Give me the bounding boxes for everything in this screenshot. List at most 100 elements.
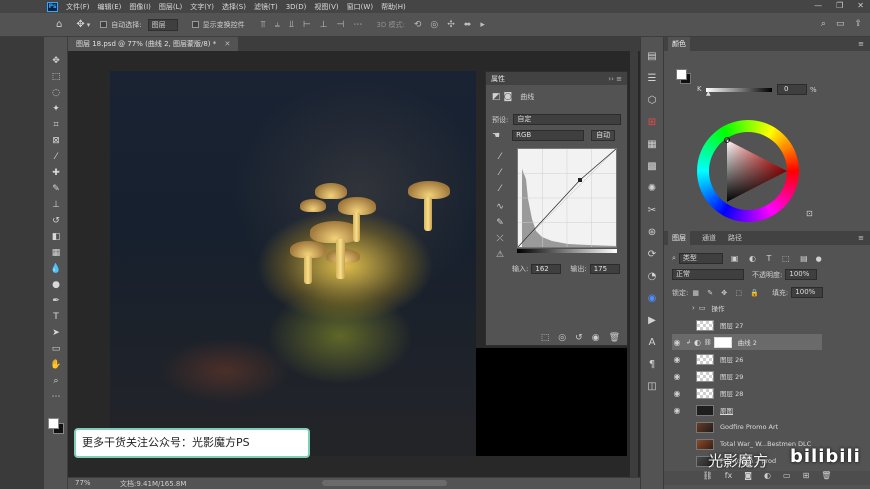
fill-field[interactable]: 100% bbox=[791, 287, 824, 298]
tab-layers[interactable]: 图层 bbox=[668, 231, 690, 245]
gradients-icon[interactable]: ▩ bbox=[641, 155, 663, 177]
layers-menu-icon[interactable]: ≡ bbox=[858, 234, 864, 242]
adjustments-icon[interactable]: ☰ bbox=[641, 67, 663, 89]
pencil-icon[interactable]: ✎ bbox=[494, 218, 506, 230]
curves-graph[interactable] bbox=[517, 148, 617, 248]
zoom-level[interactable]: 77% bbox=[75, 479, 91, 487]
color-triangle[interactable] bbox=[697, 120, 799, 222]
history-icon[interactable]: ▤ bbox=[641, 45, 663, 67]
align-left-icon[interactable]: ⊢ bbox=[303, 20, 311, 30]
menu-edit[interactable]: 编辑(E) bbox=[98, 2, 122, 12]
workspace-icon[interactable]: ▭ bbox=[836, 19, 845, 29]
layer-group-row[interactable]: › ▭ 操作 bbox=[672, 300, 822, 316]
tab-channels[interactable]: 通道 bbox=[702, 233, 716, 243]
visibility-eye-icon[interactable]: ◉ bbox=[672, 338, 682, 347]
target-adjust-icon[interactable]: ☚ bbox=[492, 131, 500, 141]
color-foreground-swatch[interactable] bbox=[676, 69, 687, 80]
dodge-icon[interactable]: ● bbox=[44, 277, 68, 293]
home-icon[interactable]: ⌂ bbox=[56, 19, 62, 30]
distribute-icon[interactable]: ⋯ bbox=[353, 20, 362, 30]
filter-toggle-icon[interactable]: ● bbox=[816, 255, 822, 263]
mask-icon[interactable]: ◙ bbox=[504, 92, 513, 102]
panel-menu-icon[interactable]: ≡ bbox=[858, 40, 864, 48]
move-icon[interactable]: ✥ bbox=[44, 53, 68, 69]
k-slider-handle-icon[interactable]: ▲ bbox=[706, 90, 711, 97]
menu-layer[interactable]: 图层(L) bbox=[159, 2, 182, 12]
foreground-color-swatch[interactable] bbox=[48, 418, 59, 429]
close-window-button[interactable]: ✕ bbox=[857, 1, 864, 10]
layer-row[interactable]: 图层 27 bbox=[672, 317, 822, 333]
align-vcenter-icon[interactable]: ⫨ bbox=[275, 20, 280, 30]
k-value-field[interactable]: 0 bbox=[777, 84, 807, 95]
healing-brush-icon[interactable]: ✚ bbox=[44, 165, 68, 181]
expand-icon[interactable]: ⊡ bbox=[806, 209, 813, 218]
color-wheel[interactable] bbox=[697, 120, 799, 222]
visibility-eye-icon[interactable]: ◉ bbox=[672, 355, 682, 364]
opacity-field[interactable]: 100% bbox=[785, 269, 818, 280]
visibility-eye-icon[interactable]: ◉ bbox=[672, 406, 682, 415]
layer-row[interactable]: ◉ 原图 bbox=[672, 402, 822, 418]
add-mask-icon[interactable]: ◙ bbox=[744, 471, 752, 485]
chain-link-icon[interactable]: ⛓ bbox=[704, 339, 712, 346]
new-adjustment-icon[interactable]: ◐ bbox=[764, 471, 771, 485]
show-transform-checkbox[interactable] bbox=[191, 21, 199, 28]
menu-type[interactable]: 文字(Y) bbox=[190, 2, 214, 12]
menu-3d[interactable]: 3D(D) bbox=[286, 3, 307, 11]
chevron-right-icon[interactable]: › bbox=[692, 304, 695, 312]
vertical-scrollbar[interactable] bbox=[630, 51, 638, 477]
curve-control-point[interactable] bbox=[578, 178, 582, 182]
align-right-icon[interactable]: ⊣ bbox=[337, 20, 345, 30]
menu-filter[interactable]: 滤镜(T) bbox=[254, 2, 278, 12]
3d-cube-icon[interactable]: ⬡ bbox=[641, 89, 663, 111]
clone-source-icon[interactable]: ⊛ bbox=[641, 221, 663, 243]
blur-icon[interactable]: 💧 bbox=[44, 261, 68, 277]
scroll-thumb[interactable] bbox=[322, 480, 447, 486]
curve-point-icon[interactable]: ∿ bbox=[494, 202, 506, 214]
clone-stamp-icon[interactable]: ⊥ bbox=[44, 197, 68, 213]
layer-row-selected[interactable]: ◉ ↲ ◐ ⛓ 曲线 2 bbox=[672, 334, 822, 350]
character-icon[interactable]: A bbox=[641, 331, 663, 353]
reset-icon[interactable]: ↺ bbox=[575, 333, 583, 343]
chevron-down-icon[interactable]: ▾ bbox=[87, 21, 91, 29]
video-camera-icon[interactable]: ▸ bbox=[480, 20, 485, 30]
visibility-eye-icon[interactable]: ◉ bbox=[592, 333, 600, 343]
eyedropper-icon[interactable]: ⁄ bbox=[44, 149, 68, 165]
share-icon[interactable]: ⇪ bbox=[854, 19, 862, 29]
actions-icon[interactable]: ⟳ bbox=[641, 243, 663, 265]
rectangle-icon[interactable]: ▭ bbox=[44, 341, 68, 357]
visibility-eye-icon[interactable]: ◉ bbox=[672, 389, 682, 398]
glyphs-icon[interactable]: ◫ bbox=[641, 375, 663, 397]
delete-layer-icon[interactable]: 🗑 bbox=[821, 471, 831, 485]
path-selection-icon[interactable]: ➤ bbox=[44, 325, 68, 341]
layer-mask-thumbnail[interactable] bbox=[713, 336, 732, 348]
menu-help[interactable]: 帮助(H) bbox=[381, 2, 406, 12]
view-previous-icon[interactable]: ◎ bbox=[558, 333, 566, 343]
filter-icons[interactable]: ▣ ◐ T ⬚ ▤ bbox=[731, 254, 812, 263]
auto-select-checkbox[interactable] bbox=[100, 21, 108, 28]
crop-icon[interactable]: ⌗ bbox=[44, 117, 68, 133]
menu-view[interactable]: 视图(V) bbox=[314, 2, 338, 12]
align-hcenter-icon[interactable]: ⊥ bbox=[320, 20, 328, 30]
output-value-field[interactable]: 175 bbox=[589, 264, 620, 274]
brushes-icon[interactable]: ✺ bbox=[641, 177, 663, 199]
lasso-icon[interactable]: ◌ bbox=[44, 85, 68, 101]
slide-3d-icon[interactable]: ⬌ bbox=[464, 20, 472, 30]
layer-row[interactable]: ◉ 图层 26 bbox=[672, 351, 822, 367]
history-brush-icon[interactable]: ↺ bbox=[44, 213, 68, 229]
trash-icon[interactable]: 🗑 bbox=[609, 333, 620, 343]
fx-icon[interactable]: fx bbox=[725, 471, 733, 485]
magic-wand-icon[interactable]: ✦ bbox=[44, 101, 68, 117]
eraser-icon[interactable]: ◧ bbox=[44, 229, 68, 245]
auto-button[interactable]: 自动 bbox=[591, 130, 616, 141]
k-slider[interactable] bbox=[706, 88, 772, 92]
input-value-field[interactable]: 162 bbox=[531, 264, 562, 274]
align-top-icon[interactable]: ⫪ bbox=[261, 20, 266, 30]
libraries-icon[interactable]: ⊞ bbox=[641, 111, 663, 133]
new-group-icon[interactable]: ▭ bbox=[783, 471, 791, 485]
clip-to-layer-icon[interactable]: ⬚ bbox=[541, 333, 550, 343]
tab-paths[interactable]: 路径 bbox=[728, 233, 742, 243]
roll-3d-icon[interactable]: ◎ bbox=[430, 20, 438, 30]
canvas-image[interactable] bbox=[110, 71, 476, 456]
close-icon[interactable]: ✕ bbox=[225, 40, 231, 48]
pan-3d-icon[interactable]: ✣ bbox=[447, 20, 455, 30]
